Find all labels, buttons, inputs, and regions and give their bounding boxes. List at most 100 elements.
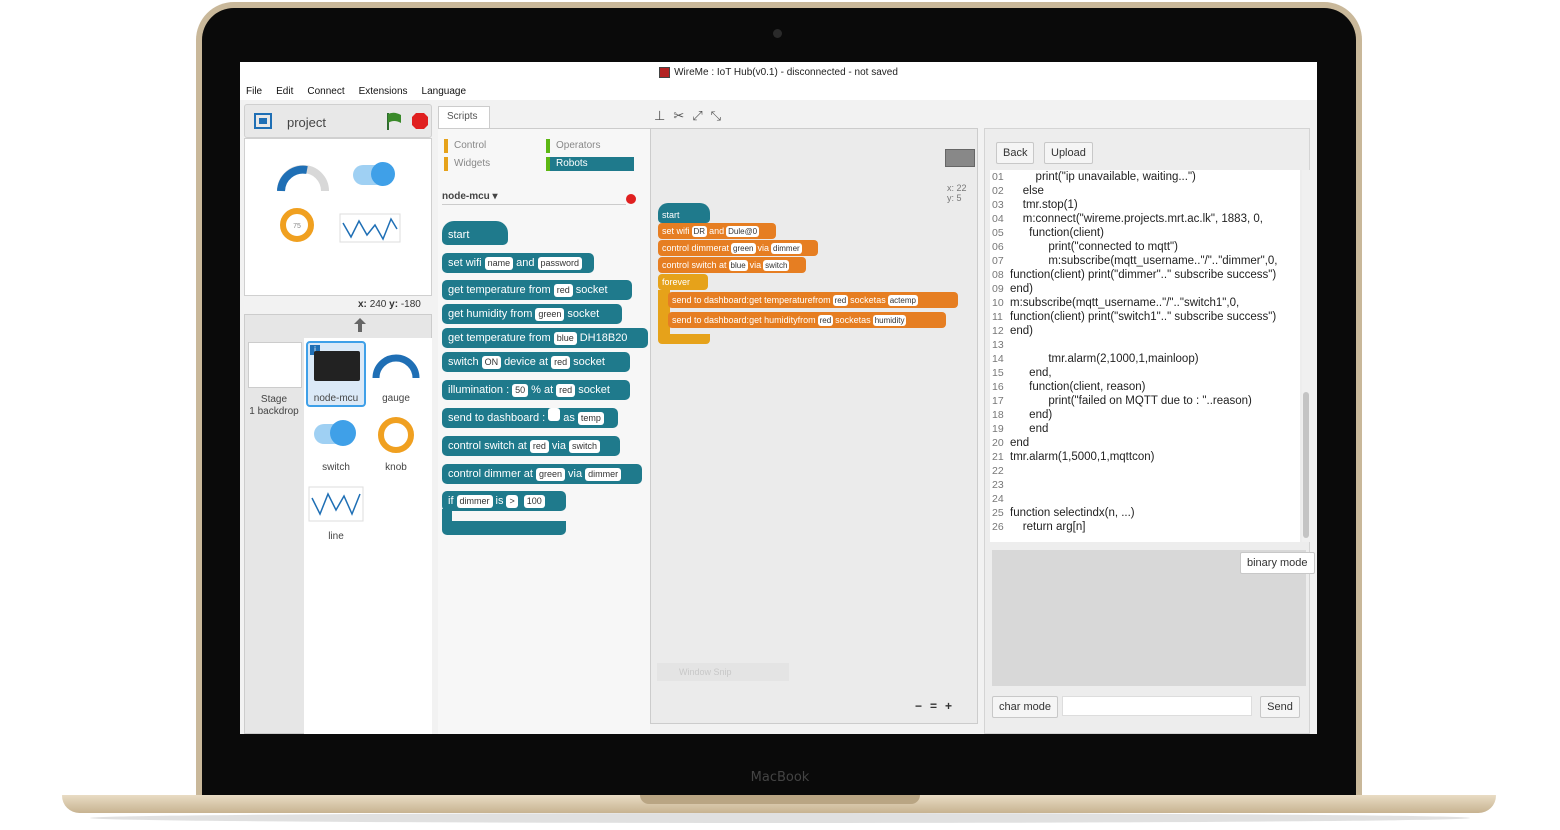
- serial-input[interactable]: [1062, 696, 1252, 716]
- shrink-icon[interactable]: ⤡: [711, 108, 729, 123]
- script-start[interactable]: start: [658, 203, 710, 223]
- zoom-reset-icon[interactable]: =: [930, 699, 945, 713]
- stage-thumbnail[interactable]: [248, 342, 302, 388]
- slot[interactable]: actemp: [887, 295, 918, 306]
- gauge-sprite[interactable]: [372, 350, 420, 380]
- line-number: 12: [992, 325, 1004, 337]
- menu-language[interactable]: Language: [422, 86, 467, 97]
- slot[interactable]: green: [535, 468, 566, 481]
- block-switch[interactable]: switch ON device at red socket: [442, 352, 630, 372]
- slot[interactable]: red: [553, 284, 573, 297]
- stamp-icon[interactable]: ⊥: [654, 108, 673, 123]
- slot[interactable]: 100: [523, 495, 545, 508]
- upload-button[interactable]: Upload: [1044, 142, 1093, 164]
- slot[interactable]: [548, 408, 561, 421]
- line-number: 24: [992, 493, 1004, 505]
- back-button[interactable]: Back: [996, 142, 1035, 164]
- script-canvas[interactable]: x: 22 y: 5 start set wifi DR and Dule@0 con…: [650, 128, 978, 724]
- slot[interactable]: Dule@0: [726, 226, 760, 237]
- slot[interactable]: blue: [553, 332, 577, 345]
- block-illumination[interactable]: illumination :50% at red socket: [442, 380, 630, 400]
- slot[interactable]: dimmer: [585, 468, 622, 481]
- code-line: 03 tmr.stop(1): [990, 198, 1300, 212]
- category-control[interactable]: Control: [444, 139, 486, 153]
- slot[interactable]: blue: [728, 260, 748, 271]
- text: socket: [835, 315, 862, 325]
- line-number: 16: [992, 381, 1004, 393]
- green-flag-icon[interactable]: [385, 111, 403, 131]
- script-control-switch[interactable]: control switch at blue via switch: [658, 257, 806, 273]
- slot[interactable]: red: [832, 295, 849, 306]
- stage-header: project: [244, 104, 432, 138]
- zoom-in-icon[interactable]: +: [945, 699, 960, 713]
- line-number: 14: [992, 353, 1004, 365]
- slot[interactable]: dimmer: [771, 243, 802, 254]
- slot[interactable]: green: [731, 243, 756, 254]
- code-scroll-thumb[interactable]: [1303, 392, 1309, 538]
- block-if[interactable]: if dimmer is >100: [442, 491, 566, 511]
- code-editor[interactable]: 01 print("ip unavailable, waiting...") 02…: [990, 170, 1300, 542]
- slot[interactable]: red: [817, 315, 834, 326]
- slot[interactable]: dimmer: [456, 495, 493, 508]
- slot[interactable]: >: [506, 495, 518, 508]
- binary-mode-button[interactable]: binary mode: [1240, 552, 1315, 574]
- slot[interactable]: red: [551, 356, 571, 369]
- stage-canvas[interactable]: 75: [244, 138, 432, 296]
- slot[interactable]: red: [556, 384, 576, 397]
- cut-icon[interactable]: ✂: [673, 108, 692, 123]
- slot[interactable]: ON: [481, 356, 502, 369]
- script-send-2[interactable]: send to dashboard:get humidityfrom red soc…: [668, 312, 946, 328]
- slot[interactable]: humidity: [872, 315, 907, 326]
- script-control-dimmer[interactable]: control dimmerat green via dimmer: [658, 240, 818, 256]
- line-chart-widget[interactable]: [339, 213, 401, 243]
- char-mode-button[interactable]: char mode: [992, 696, 1058, 718]
- line-number: 17: [992, 395, 1004, 407]
- code-text: print("failed on MQTT due to : "..reason…: [1010, 395, 1252, 407]
- menu-edit[interactable]: Edit: [276, 86, 293, 97]
- laptop-brand: MacBook: [750, 770, 810, 785]
- knob-widget[interactable]: 75: [279, 207, 315, 243]
- script-set-wifi[interactable]: set wifi DR and Dule@0: [658, 223, 776, 239]
- text: get temperature from: [448, 284, 551, 296]
- slot[interactable]: name: [484, 257, 514, 270]
- slot[interactable]: red: [529, 440, 549, 453]
- block-send-dashboard[interactable]: send to dashboard : as temp: [442, 408, 618, 428]
- category-widgets[interactable]: Widgets: [444, 157, 490, 171]
- knob-sprite[interactable]: [376, 415, 416, 455]
- device-name: node-mcu: [442, 191, 490, 202]
- block-control-dimmer[interactable]: control dimmer at green via dimmer: [442, 464, 642, 484]
- stop-icon[interactable]: [411, 112, 429, 130]
- gauge-widget[interactable]: [277, 161, 329, 193]
- slot[interactable]: switch: [763, 260, 790, 271]
- grow-icon[interactable]: ⤢: [692, 108, 710, 123]
- script-forever[interactable]: forever: [658, 274, 708, 290]
- block-get-humidity[interactable]: get humidity from green socket: [442, 304, 622, 324]
- menu-extensions[interactable]: Extensions: [359, 86, 408, 97]
- code-text: function(client): [1010, 227, 1104, 239]
- block-set-wifi[interactable]: set wifi name and password: [442, 253, 594, 273]
- block-control-switch[interactable]: control switch at red via switch: [442, 436, 620, 456]
- zoom-out-icon[interactable]: −: [915, 699, 930, 713]
- code-text: m:subscribe(mqtt_username.."/".."dimmer"…: [1010, 255, 1278, 267]
- slot[interactable]: password: [537, 257, 583, 270]
- category-robots[interactable]: Robots: [546, 157, 634, 171]
- switch-knob: [371, 162, 395, 186]
- block-get-temp-red[interactable]: get temperature from red socket: [442, 280, 632, 300]
- device-selector[interactable]: node-mcu ▾: [442, 191, 626, 205]
- block-get-temp-blue[interactable]: get temperature from blue DH18B20: [442, 328, 648, 348]
- menu-connect[interactable]: Connect: [307, 86, 344, 97]
- block-start[interactable]: start: [442, 221, 508, 245]
- line-sprite[interactable]: [308, 486, 364, 522]
- add-sprite-icon[interactable]: [353, 317, 367, 333]
- menu-file[interactable]: File: [246, 86, 262, 97]
- fullscreen-icon[interactable]: [253, 112, 273, 130]
- slot[interactable]: switch: [568, 440, 600, 453]
- slot[interactable]: 50: [512, 384, 529, 397]
- category-operators[interactable]: Operators: [546, 139, 600, 153]
- slot[interactable]: DR: [691, 226, 708, 237]
- script-send-1[interactable]: send to dashboard:get temperaturefrom red…: [668, 292, 958, 308]
- tab-scripts[interactable]: Scripts: [438, 106, 490, 128]
- slot[interactable]: temp: [577, 412, 604, 425]
- send-button[interactable]: Send: [1260, 696, 1300, 718]
- slot[interactable]: green: [535, 308, 565, 321]
